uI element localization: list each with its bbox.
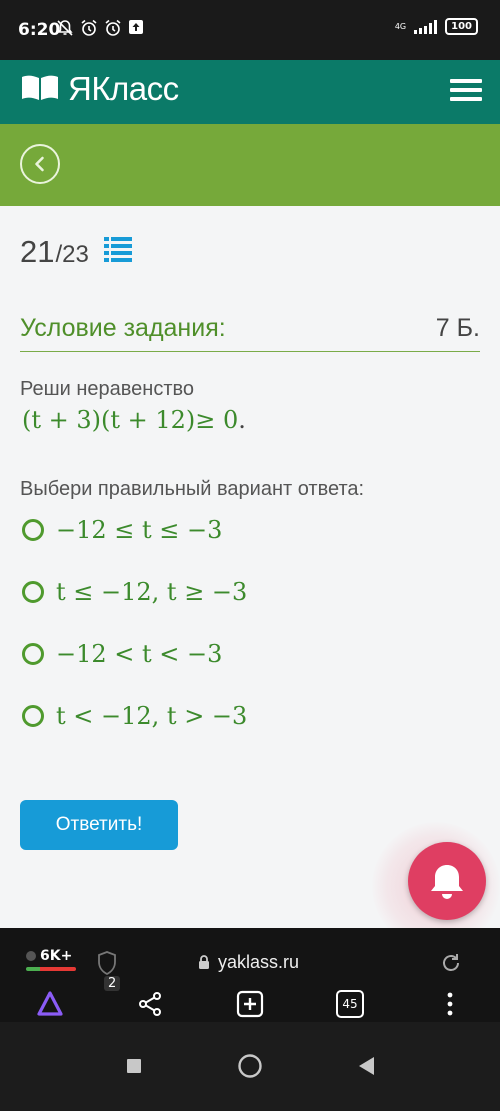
tabs-dot-icon: [26, 951, 36, 961]
submit-answer-button[interactable]: Ответить!: [20, 800, 178, 850]
tabs-status-bar: [26, 967, 76, 971]
book-icon: [20, 72, 60, 107]
task-progress: 21 /23: [20, 234, 89, 270]
choose-prompt: Выбери правильный вариант ответа:: [20, 478, 365, 500]
network-label: 4G: [394, 21, 407, 31]
radio-button[interactable]: [22, 705, 44, 727]
mute-bell-icon: [56, 19, 74, 41]
answer-option-label: t ≤ −12, t ≥ −3: [56, 578, 248, 606]
alice-assistant-icon[interactable]: [34, 986, 66, 1022]
browser-nav-row: 45: [0, 986, 500, 1022]
new-tab-icon[interactable]: [234, 986, 266, 1022]
status-system-icons: 4G 100: [395, 18, 478, 35]
task-points: 7 Б.: [435, 314, 480, 342]
shield-icon[interactable]: [96, 950, 122, 978]
status-bar: 6:20 4G 100: [0, 0, 500, 60]
system-navigation-bar: [0, 1022, 500, 1111]
alarm-icon: [80, 19, 98, 41]
inequality-expression: (t + 3)(t + 12)≥ 0: [22, 406, 239, 434]
answer-option[interactable]: t ≤ −12, t ≥ −3: [22, 575, 247, 609]
answer-option[interactable]: t < −12, t > −3: [22, 699, 247, 733]
back-triangle-icon[interactable]: [350, 1050, 382, 1082]
lock-icon: [199, 955, 209, 969]
status-notification-icons: [56, 19, 144, 41]
progress-current: 21: [20, 234, 55, 269]
logo[interactable]: ЯКласс: [20, 70, 179, 108]
radio-button[interactable]: [22, 643, 44, 665]
task-prompt: Реши неравенство: [20, 378, 195, 400]
answer-option-label: −12 ≤ t ≤ −3: [56, 516, 223, 544]
address-bar[interactable]: yaklass.ru: [198, 952, 299, 973]
answer-option[interactable]: −12 < t < −3: [22, 637, 222, 671]
answer-option-label: −12 < t < −3: [56, 640, 223, 668]
logo-text: ЯКласс: [68, 70, 179, 107]
app-header: ЯКласс: [0, 60, 500, 124]
task-inequality: (t + 3)(t + 12)≥ 0.: [22, 406, 246, 434]
inequality-period: .: [238, 406, 246, 434]
share-icon[interactable]: [134, 986, 166, 1022]
navigation-bar: [0, 124, 500, 206]
hamburger-menu-icon[interactable]: [450, 76, 482, 104]
browser-toolbar: 6K+ 2 yaklass.ru 45: [0, 928, 500, 1022]
bell-icon: [431, 865, 463, 899]
tabs-count: 45: [336, 990, 364, 1018]
more-options-icon[interactable]: [434, 986, 466, 1022]
condition-header: Условие задания: 7 Б.: [20, 310, 480, 352]
battery-indicator: 100: [445, 18, 478, 35]
answer-option[interactable]: −12 ≤ t ≤ −3: [22, 513, 222, 547]
condition-title: Условие задания:: [20, 314, 226, 342]
status-time: 6:20: [18, 20, 61, 40]
progress-total: /23: [55, 241, 89, 268]
upload-icon: [128, 19, 144, 41]
chevron-left-icon: [35, 156, 44, 172]
radio-button[interactable]: [22, 519, 44, 541]
back-button[interactable]: [20, 144, 60, 184]
recent-apps-icon[interactable]: [118, 1050, 150, 1082]
answer-option-label: t < −12, t > −3: [56, 702, 248, 730]
notification-bell-button[interactable]: [408, 842, 486, 920]
tabs-count-button[interactable]: 45: [334, 986, 366, 1022]
alarm-icon: [104, 19, 122, 41]
address-row: 6K+ 2 yaklass.ru: [0, 946, 500, 991]
radio-button[interactable]: [22, 581, 44, 603]
url-text: yaklass.ru: [218, 952, 300, 972]
tabs-badge[interactable]: 6K+: [26, 948, 76, 971]
list-icon[interactable]: [104, 236, 132, 262]
home-icon[interactable]: [234, 1050, 266, 1082]
tabs-label: 6K+: [40, 948, 73, 964]
task-content: 21 /23 Условие задания: 7 Б. Реши нераве…: [0, 206, 500, 950]
signal-icon: [414, 19, 438, 34]
reload-icon[interactable]: [440, 952, 462, 974]
